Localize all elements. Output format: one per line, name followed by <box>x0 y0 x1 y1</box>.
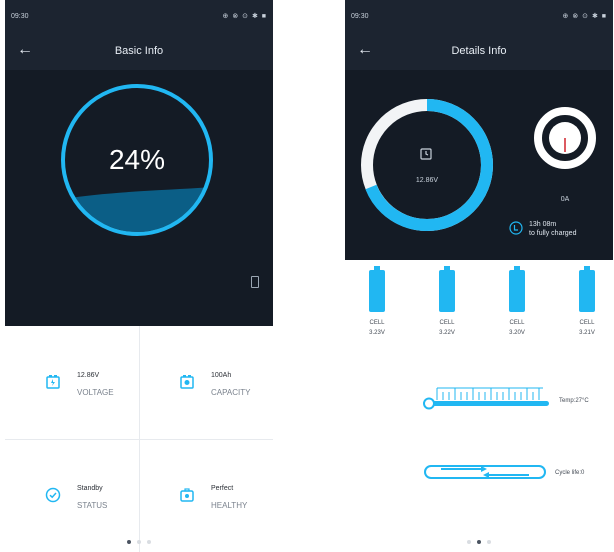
current-value: 0A <box>560 196 570 203</box>
healthy-label: HEALTHY <box>211 501 248 510</box>
status-time: 09:30 <box>351 13 369 20</box>
charge-icon <box>509 221 523 235</box>
page-indicator[interactable] <box>5 540 273 544</box>
status-icons: ⊕ ⊗ ⊙ ✱ ■ <box>562 13 607 20</box>
cell-voltage: 3.20V <box>509 330 525 336</box>
status-time: 09:30 <box>11 13 29 20</box>
voltage-value: 12.86V <box>77 372 100 379</box>
battery-icon <box>369 270 385 312</box>
healthy-tile: Perfect HEALTHY <box>139 439 273 552</box>
check-circle-icon <box>45 487 61 503</box>
status-bar: 09:30 ⊕ ⊗ ⊙ ✱ ■ <box>5 0 273 34</box>
voltage-donut: 12.86V <box>357 95 497 235</box>
healthy-value: Perfect <box>211 485 234 492</box>
battery-icon <box>439 270 455 312</box>
basic-info-screen: 09:30 ⊕ ⊗ ⊙ ✱ ■ ← Basic Info 24% 12.86V … <box>5 0 273 552</box>
app-bar: ← Basic Info <box>5 34 273 70</box>
status-icons: ⊕ ⊗ ⊙ ✱ ■ <box>222 13 267 20</box>
details-info-screen: 09:30 ⊕ ⊗ ⊙ ✱ ■ ← Details Info 12.86V 0A… <box>345 0 613 552</box>
capacity-icon <box>180 375 194 389</box>
battery-icon <box>509 270 525 312</box>
cell-voltage: 3.23V <box>369 330 385 336</box>
cells-row <box>345 260 613 352</box>
cycle-life-label: Cycle life:0 <box>555 470 585 476</box>
current-dial <box>534 107 596 169</box>
battery-percent: 24% <box>108 144 166 175</box>
briefcase-icon <box>180 488 194 502</box>
temperature-label: Temp:27°C <box>559 398 589 404</box>
page-indicator[interactable] <box>345 540 613 544</box>
thermometer-icon <box>423 387 549 410</box>
cell-name: CELL <box>439 320 455 326</box>
voltage-tile: 12.86V VOLTAGE <box>5 326 139 439</box>
page-dot[interactable] <box>147 540 151 544</box>
battery-gauge: 24% <box>59 82 215 238</box>
capacity-label: CAPACITY <box>211 388 251 397</box>
charge-line2: to fully charged <box>529 230 577 237</box>
cycle-icon <box>424 465 546 479</box>
page-dot[interactable] <box>127 540 131 544</box>
app-bar: ← Details Info <box>345 34 613 70</box>
charge-time: 13h 08m to fully charged <box>529 220 576 238</box>
cell-name: CELL <box>369 320 385 326</box>
cell-name: CELL <box>509 320 525 326</box>
donut-voltage: 12.86V <box>415 177 439 184</box>
page-title: Basic Info <box>114 45 164 57</box>
status-tile: Standby STATUS <box>5 439 139 552</box>
donut-svg <box>361 99 493 232</box>
cell-name: CELL <box>579 320 595 326</box>
page-title: Details Info <box>451 45 507 57</box>
info-grid: 12.86V VOLTAGE 100Ah CAPACITY Standby ST… <box>5 326 273 552</box>
page-dot[interactable] <box>477 540 481 544</box>
page-dot[interactable] <box>487 540 491 544</box>
capacity-tile: 100Ah CAPACITY <box>139 326 273 439</box>
battery-icon[interactable] <box>251 276 259 288</box>
cell-voltage: 3.22V <box>439 330 455 336</box>
voltage-label: VOLTAGE <box>77 388 114 397</box>
capacity-value: 100Ah <box>211 372 232 379</box>
page-dot[interactable] <box>467 540 471 544</box>
alarm-clock-icon <box>420 148 432 160</box>
page-dot[interactable] <box>137 540 141 544</box>
battery-icon <box>579 270 595 312</box>
cell-voltage: 3.21V <box>579 330 595 336</box>
status-value: Standby <box>77 485 103 492</box>
status-bar: 09:30 ⊕ ⊗ ⊙ ✱ ■ <box>345 0 613 34</box>
voltage-icon <box>46 375 60 389</box>
status-label: STATUS <box>77 501 108 510</box>
charge-line1: 13h 08m <box>529 221 557 228</box>
